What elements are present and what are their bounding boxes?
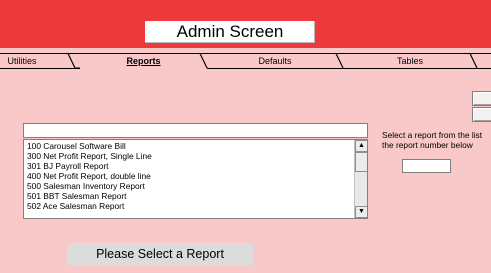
scroll-down-button[interactable]: ▼ (355, 206, 367, 218)
instruction-text: Select a report from the list the report… (382, 130, 491, 150)
scroll-thumb[interactable] (355, 152, 367, 172)
page-title: Admin Screen (145, 21, 315, 43)
list-item[interactable]: 301 BJ Payroll Report (27, 161, 108, 171)
side-button-2[interactable] (472, 107, 491, 122)
scroll-up-button[interactable]: ▲ (355, 140, 367, 152)
list-item[interactable]: 400 Net Profit Report, double line (27, 171, 151, 181)
tab-reports[interactable]: Reports (80, 55, 207, 67)
tab-tables[interactable]: Tables (343, 55, 477, 67)
list-item[interactable]: 100 Carousel Software Bill (27, 141, 126, 151)
list-item[interactable]: 502 Ace Salesman Report (27, 201, 124, 211)
report-listbox[interactable]: 100 Carousel Software Bill 300 Net Profi… (23, 139, 368, 219)
instruction-line-1: Select a report from the list (382, 130, 483, 140)
tab-defaults[interactable]: Defaults (207, 55, 343, 67)
report-number-input[interactable] (402, 159, 451, 173)
report-filter-input[interactable] (23, 123, 368, 138)
list-item[interactable]: 500 Salesman Inventory Report (27, 181, 145, 191)
instruction-line-2: the report number below (382, 140, 473, 150)
tab-utilities[interactable]: Utilities (0, 55, 54, 67)
status-message: Please Select a Report (67, 243, 253, 265)
list-item[interactable]: 300 Net Profit Report, Single Line (27, 151, 152, 161)
list-item[interactable]: 501 BBT Salesman Report (27, 191, 126, 201)
side-button-1[interactable] (472, 91, 491, 106)
list-scrollbar[interactable]: ▲ ▼ (354, 140, 367, 218)
